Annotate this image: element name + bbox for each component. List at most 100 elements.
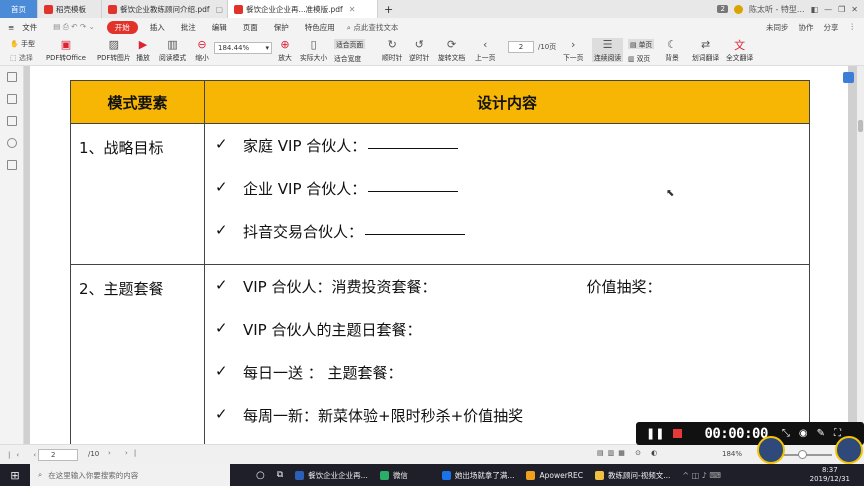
status-bar: |‹ ‹ 2 /10 › ›| ▤▥▦ ⊙ ◐ 184% [0,444,864,464]
continuous-read-button[interactable]: ☰ 连续阅读 [592,38,624,62]
rotate-doc-button[interactable]: ⟳ 旋转文档 [438,38,465,62]
menu-protect[interactable]: 保护 [266,22,297,33]
status-page-input[interactable]: 2 [38,449,78,461]
single-page-button[interactable]: ▤ 单页 [628,39,655,49]
task-view-icon[interactable]: ⧉ [271,464,289,486]
clock-time: 8:37 [821,466,838,474]
avatar[interactable] [733,4,743,14]
close-window-icon[interactable]: ✕ [851,5,858,14]
fit-width-button[interactable]: 适合宽度 [334,53,361,63]
system-tray-icons[interactable]: ^ ◫ ♪ ⌨ [676,464,727,486]
taskbar-app[interactable]: 教练顾问-视频文... [589,464,676,486]
collab-button[interactable]: 协作 [799,22,814,33]
continuous-icon: ☰ [602,38,613,51]
sync-status[interactable]: 未同步 [766,22,789,33]
new-tab-button[interactable]: + [378,0,399,18]
mouse-cursor-icon: ⬉ [666,188,675,199]
left-sidebar [0,66,24,444]
find-text-search[interactable]: ⌕ 点此查找文本 [347,22,399,33]
more-icon[interactable]: ⋮ [849,22,857,33]
menu-file[interactable]: 文件 [22,22,45,33]
rotate-cw-button[interactable]: ↻ 顺时针 [382,38,402,62]
user-name[interactable]: 陈太听 - 特型... [749,4,805,15]
zoom-slider-knob[interactable] [798,450,807,459]
full-translate-button[interactable]: 文全文翻译 [726,38,753,63]
menu-annotate[interactable]: 批注 [173,22,204,33]
share-button[interactable]: 分享 [824,22,839,33]
stop-icon[interactable] [673,429,683,438]
fill-blank [368,178,459,192]
prev-page-button[interactable]: ‹ 上一页 [475,38,495,62]
read-mode-button[interactable]: ▥ 阅读模式 [159,38,186,62]
scrollbar-thumb[interactable] [858,120,863,132]
taskbar-app[interactable]: 微信 [374,464,414,486]
pause-icon[interactable]: ❚❚ [646,427,664,440]
pdf-to-office-button[interactable]: ▣ PDF转Office [46,38,86,62]
menu-start[interactable]: 开始 [106,20,138,34]
play-button[interactable]: ▶ 播放 [136,38,150,62]
thumbnail-icon[interactable] [7,116,17,126]
pdf-to-image-button[interactable]: ▨ PDF转图片 [97,38,131,62]
actual-size-button[interactable]: ▯ 实际大小 [300,38,327,62]
cortana-icon[interactable]: ○ [250,464,271,486]
check-icon: ✓ [215,319,228,337]
find-text-label: 点此查找文本 [353,22,399,32]
select-tool[interactable]: ⬚ 选择 [10,53,33,63]
outline-icon[interactable] [7,94,17,104]
taskbar-app[interactable]: 她出场就拿了满... [436,464,521,486]
page-number-input[interactable]: 2 [508,41,534,53]
zoom-in-button[interactable]: ⊕ 放大 [278,38,292,62]
zoom-out-button[interactable]: ⊖ 缩小 [195,38,209,62]
background-button[interactable]: ☾ 背景 [665,38,679,62]
next-last-page-icons[interactable]: › ›| [108,449,142,457]
windows-taskbar: ⊞ ⌕ 在这里输入你要搜索的内容 ○ ⧉ 餐饮企业企业再... 微信 她出场就拿了… [0,464,864,486]
pen-icon[interactable]: ✎ [817,428,825,439]
rotate-ccw-button[interactable]: ↺ 逆时针 [409,38,429,62]
next-page-button[interactable]: › 下一页 [563,38,583,62]
hand-tool[interactable]: ✋ 手型 [10,39,35,49]
menu-page[interactable]: 页面 [235,22,266,33]
taskbar-app[interactable]: ApowerREC [520,464,589,486]
fit-page-button[interactable]: 适合页面 [334,39,366,49]
vertical-scrollbar[interactable] [857,66,864,444]
tab-current-pdf[interactable]: 餐饮企业企业再...准模版.pdf ✕ [228,0,378,18]
row-content: ✓ 家庭 VIP 合伙人： ✓ 企业 VIP 合伙人： ✓ 抖音交易合伙人： [204,123,810,265]
windows-start-icon[interactable]: ⊞ [0,469,30,482]
tab-coach-intro-pdf[interactable]: 餐饮企业教练顾问介绍.pdf ▢ [102,0,228,18]
check-icon: ✓ [215,135,228,153]
close-icon[interactable]: ✕ [349,5,356,14]
annotation-icon[interactable] [7,138,17,148]
crop-icon[interactable]: ⤡ [782,428,790,439]
recorder-tools: ⤡ ◉ ✎ ⛶ [782,428,841,439]
maximize-icon[interactable]: ❐ [838,5,845,14]
tab-docer-templates[interactable]: 稻壳模板 [38,0,102,18]
skin-icon[interactable]: ◧ [811,5,819,14]
taskbar-clock[interactable]: 8:37 2019/12/31 [810,466,864,484]
minimize-icon[interactable]: — [824,5,832,14]
chevron-down-icon: ▾ [265,44,269,52]
menu-insert[interactable]: 插入 [142,22,173,33]
side-tool-icon[interactable] [843,72,854,83]
zoom-select[interactable]: 184.44% ▾ [214,42,272,54]
expand-icon[interactable]: ⛶ [834,428,841,439]
camera-icon[interactable]: ◉ [799,428,808,439]
view-mode-icons[interactable]: ▤▥▦ ⊙ ◐ [597,449,661,457]
check-icon: ✓ [215,362,228,380]
search-panel-icon[interactable] [7,160,17,170]
word-translate-button[interactable]: ⇄ 划词翻译 [692,38,719,62]
double-page-button[interactable]: ▥ 双页 [628,53,650,63]
list-item: ✓ 每日一送 ： 主题套餐： [215,362,809,405]
menu-features[interactable]: 特色应用 [297,22,343,33]
document-viewport[interactable]: 模式要素 设计内容 1、战略目标 ✓ 家庭 VIP 合伙人： ✓ 企业 VIP 合伙… [24,66,857,444]
tab-home[interactable]: 首页 [0,0,38,18]
taskbar-search[interactable]: ⌕ 在这里输入你要搜索的内容 [30,464,230,486]
menu-quick-icons[interactable]: ▤ ⎙ ↶ ↷ ⌄ [45,22,102,32]
label: 实际大小 [300,54,328,62]
taskbar-app[interactable]: 餐饮企业企业再... [289,464,374,486]
menu-icon[interactable]: ≡ [0,23,22,32]
menu-edit[interactable]: 编辑 [204,22,235,33]
tab-label: 稻壳模板 [56,4,86,14]
fill-blank [365,221,466,235]
bookmark-icon[interactable] [7,72,17,82]
close-icon[interactable]: ▢ [216,5,224,14]
